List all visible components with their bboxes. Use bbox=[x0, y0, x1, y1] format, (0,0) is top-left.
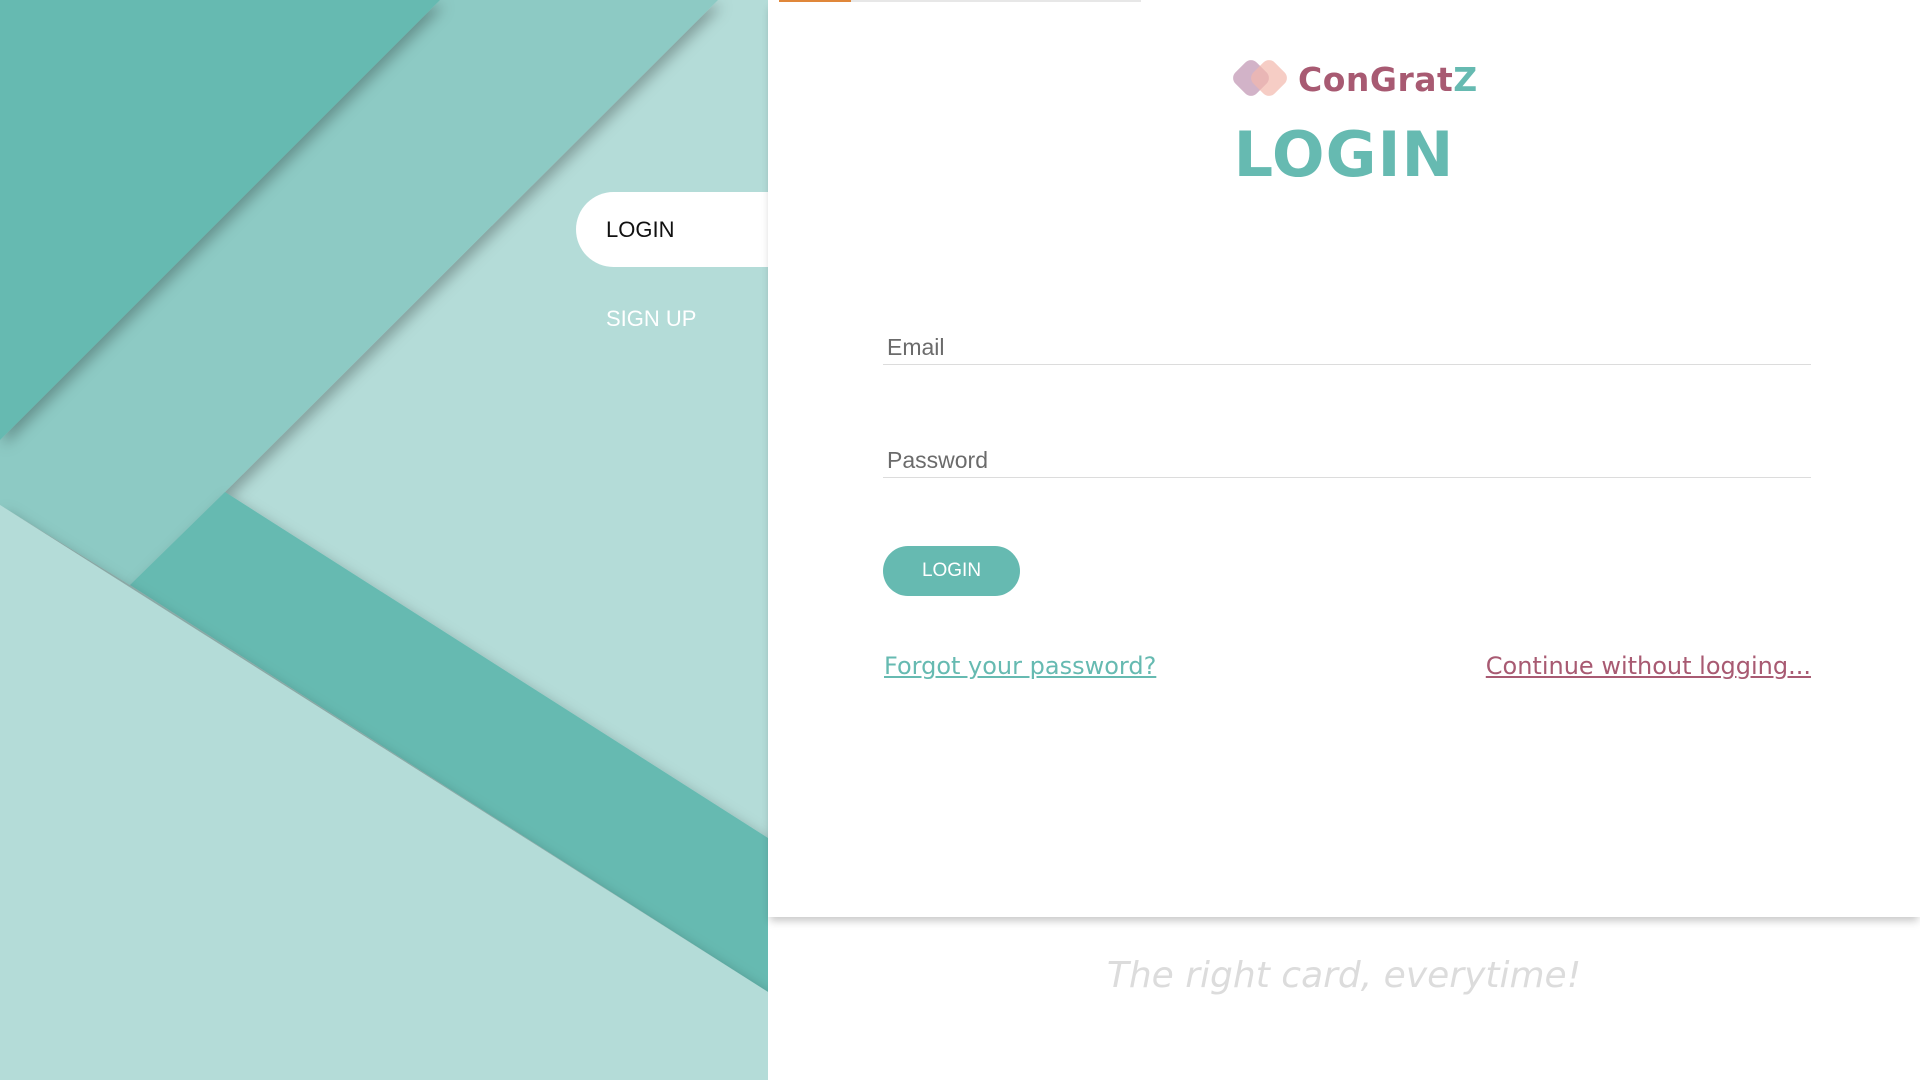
email-field-wrapper bbox=[883, 332, 1811, 365]
brand-logo: ConGratZ bbox=[1228, 54, 1478, 104]
top-progress-fill bbox=[779, 0, 851, 2]
tagline: The right card, everytime! bbox=[1106, 955, 1582, 996]
top-progress-bar bbox=[779, 0, 1141, 2]
continue-without-login-link[interactable]: Continue without logging... bbox=[1486, 652, 1811, 680]
geometric-background-art bbox=[0, 0, 768, 1080]
email-field[interactable] bbox=[883, 332, 1811, 362]
password-field-wrapper bbox=[883, 445, 1811, 478]
login-page: LOGIN SIGN UP ConGratZ LOGIN LOGIN Forgo… bbox=[0, 0, 1920, 1080]
tab-login[interactable]: LOGIN bbox=[576, 192, 768, 267]
brand-name-part1: ConGrat bbox=[1298, 59, 1454, 99]
tab-sign-up-label: SIGN UP bbox=[606, 305, 697, 331]
brand-name: ConGratZ bbox=[1298, 60, 1478, 99]
page-title: LOGIN bbox=[1233, 118, 1455, 191]
decorative-background-panel: LOGIN SIGN UP bbox=[0, 0, 768, 1080]
tab-login-label: LOGIN bbox=[606, 216, 675, 242]
brand-name-part2: Z bbox=[1453, 59, 1478, 99]
tab-sign-up[interactable]: SIGN UP bbox=[576, 281, 768, 356]
forgot-password-link[interactable]: Forgot your password? bbox=[884, 652, 1156, 680]
overlapping-diamonds-logo-icon bbox=[1228, 56, 1294, 102]
password-field[interactable] bbox=[883, 445, 1811, 475]
login-button[interactable]: LOGIN bbox=[883, 546, 1020, 596]
